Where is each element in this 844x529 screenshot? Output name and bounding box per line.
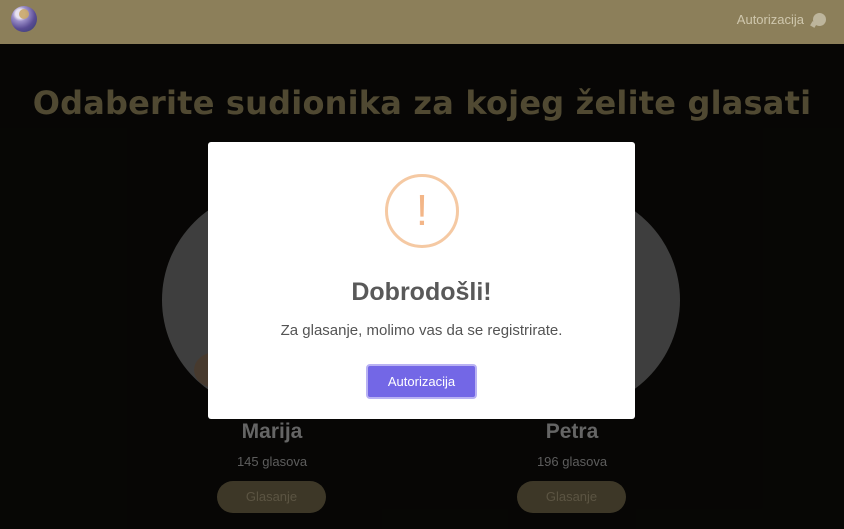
authorize-button[interactable]: Autorizacija bbox=[366, 364, 477, 399]
modal-title: Dobrodošli! bbox=[351, 278, 492, 306]
modal-message: Za glasanje, molimo vas da se registrira… bbox=[280, 322, 563, 339]
warning-glyph: ! bbox=[415, 186, 429, 235]
logo-icon[interactable] bbox=[11, 6, 37, 32]
chat-icon[interactable] bbox=[813, 13, 826, 26]
welcome-modal: ! Dobrodošli! Za glasanje, molimo vas da… bbox=[208, 142, 635, 419]
auth-link[interactable]: Autorizacija bbox=[737, 12, 804, 27]
top-bar: Autorizacija bbox=[0, 0, 844, 44]
warning-icon: ! bbox=[385, 174, 459, 248]
